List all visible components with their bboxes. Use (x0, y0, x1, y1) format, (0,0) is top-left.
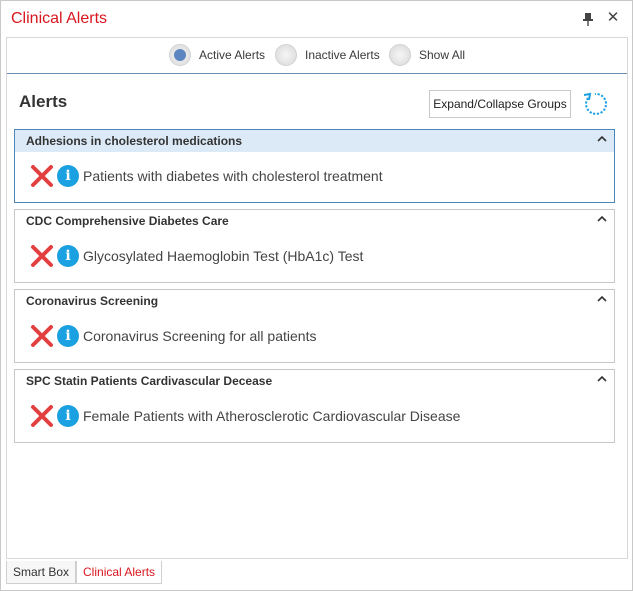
group-header[interactable]: Coronavirus Screening (15, 290, 614, 312)
group-header[interactable]: Adhesions in cholesterol medications (15, 130, 614, 152)
alert-row: i Glycosylated Haemoglobin Test (HbA1c) … (29, 244, 363, 268)
chevron-up-icon[interactable] (596, 373, 608, 385)
tab-clinical-alerts[interactable]: Clinical Alerts (76, 561, 163, 584)
radio-label: Show All (419, 48, 466, 62)
chevron-up-icon[interactable] (596, 213, 608, 225)
group-title: Adhesions in cholesterol medications (26, 134, 243, 148)
radio-selected-dot (174, 49, 186, 61)
alert-text[interactable]: Female Patients with Atherosclerotic Car… (83, 408, 460, 424)
radio-label: Active Alerts (199, 48, 266, 62)
info-icon[interactable]: i (57, 405, 79, 427)
group-title: SPC Statin Patients Cardivascular Deceas… (26, 374, 273, 388)
radio-label: Inactive Alerts (305, 48, 380, 62)
chevron-up-icon[interactable] (596, 293, 608, 305)
info-icon[interactable]: i (57, 165, 79, 187)
clinical-alerts-window: Clinical Alerts ✕ Active Alerts Inactive… (0, 0, 633, 591)
close-icon[interactable]: ✕ (605, 10, 621, 26)
info-icon[interactable]: i (57, 325, 79, 347)
radio-circle (169, 44, 191, 66)
group-title: Coronavirus Screening (26, 294, 159, 308)
window-title: Clinical Alerts (11, 10, 108, 27)
radio-inactive-alerts[interactable]: Inactive Alerts (275, 42, 380, 68)
group-title: CDC Comprehensive Diabetes Care (26, 214, 229, 228)
info-icon[interactable]: i (57, 245, 79, 267)
alert-row: i Coronavirus Screening for all patients (29, 324, 316, 348)
alert-group: CDC Comprehensive Diabetes Care i Glycos… (14, 209, 615, 283)
alert-row: i Patients with diabetes with cholestero… (29, 164, 383, 188)
pin-icon[interactable] (581, 11, 595, 27)
alert-text[interactable]: Patients with diabetes with cholesterol … (83, 168, 383, 184)
group-header[interactable]: CDC Comprehensive Diabetes Care (15, 210, 614, 232)
radio-circle (275, 44, 297, 66)
dismiss-x-icon[interactable] (29, 404, 55, 428)
alert-text[interactable]: Glycosylated Haemoglobin Test (HbA1c) Te… (83, 248, 363, 264)
alert-row: i Female Patients with Atherosclerotic C… (29, 404, 460, 428)
alert-filter-bar: Active Alerts Inactive Alerts Show All (7, 38, 627, 74)
refresh-icon[interactable] (581, 90, 609, 118)
radio-active-alerts[interactable]: Active Alerts (169, 42, 265, 68)
tab-smart-box[interactable]: Smart Box (6, 561, 77, 584)
alert-text[interactable]: Coronavirus Screening for all patients (83, 328, 316, 344)
title-bar: Clinical Alerts ✕ (1, 1, 632, 37)
expand-collapse-groups-button[interactable]: Expand/Collapse Groups (429, 90, 571, 118)
dismiss-x-icon[interactable] (29, 164, 55, 188)
dismiss-x-icon[interactable] (29, 324, 55, 348)
alerts-heading: Alerts (19, 92, 68, 111)
dismiss-x-icon[interactable] (29, 244, 55, 268)
alert-group: Adhesions in cholesterol medications i P… (14, 129, 615, 203)
radio-circle (389, 44, 411, 66)
radio-show-all[interactable]: Show All (389, 42, 465, 68)
alerts-panel: Active Alerts Inactive Alerts Show All A… (6, 37, 628, 559)
group-header[interactable]: SPC Statin Patients Cardivascular Deceas… (15, 370, 614, 392)
bottom-tab-strip: Smart Box Clinical Alerts (6, 561, 163, 585)
alert-group: SPC Statin Patients Cardivascular Deceas… (14, 369, 615, 443)
chevron-up-icon[interactable] (596, 133, 608, 145)
alert-group: Coronavirus Screening i Coronavirus Scre… (14, 289, 615, 363)
